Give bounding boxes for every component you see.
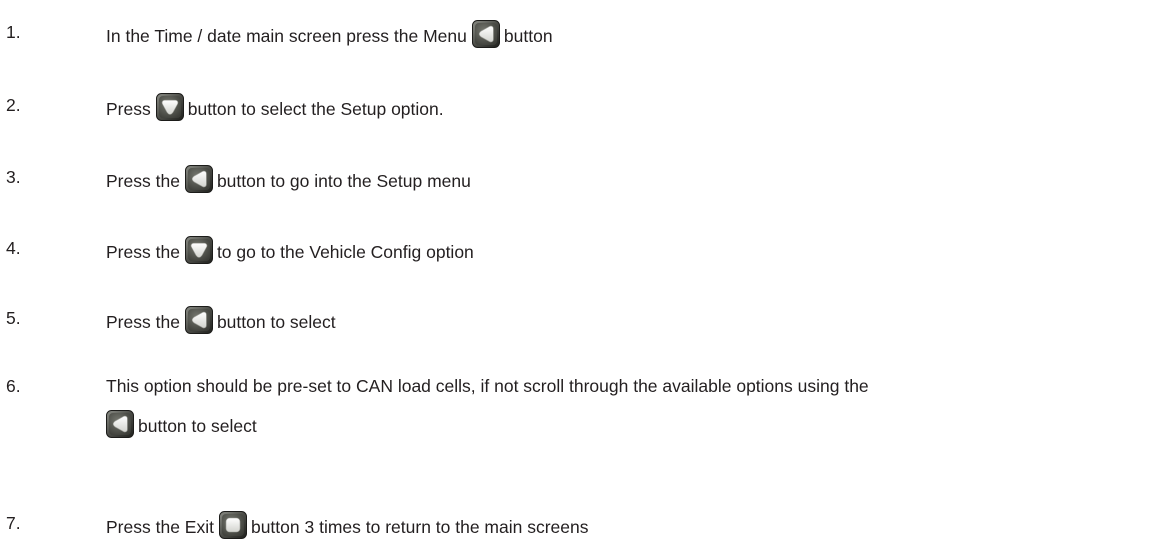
- step-text-after: button to go into the Setup menu: [216, 171, 471, 191]
- step-text-before: Press the Exit: [106, 517, 214, 537]
- step-text-before: In the Time / date main screen press the…: [106, 26, 467, 46]
- left-arrow-button-icon: [106, 410, 134, 438]
- step-number: 2.: [6, 95, 21, 115]
- step-number: 7.: [6, 513, 21, 533]
- left-arrow-button-icon: [185, 165, 213, 193]
- step-text-before: Press the: [106, 312, 180, 332]
- step-text-before: This option should be pre-set to CAN loa…: [106, 376, 869, 396]
- step-text-after: to go to the Vehicle Config option: [216, 242, 474, 262]
- down-arrow-button-icon: [156, 93, 184, 121]
- step-text: Press the button to select: [106, 306, 1148, 334]
- step-number: 4.: [6, 238, 21, 258]
- left-arrow-button-icon: [472, 20, 500, 48]
- step-number: 1.: [6, 22, 21, 42]
- step-text: Press the to go to the Vehicle Config opt…: [106, 236, 1148, 264]
- step-text: Press button to select the Setup option.: [106, 93, 1148, 121]
- step-text-line-2: button to select: [106, 410, 1148, 438]
- step-text: In the Time / date main screen press the…: [106, 20, 1148, 48]
- step-text-before: Press: [106, 99, 151, 119]
- step-number: 3.: [6, 167, 21, 187]
- step-text: Press the Exit button 3 times to return t…: [106, 511, 1148, 539]
- step-text-after: button to select the Setup option.: [187, 99, 444, 119]
- step-text-line-1: This option should be pre-set to CAN loa…: [106, 374, 1148, 398]
- step-text-after: button to select: [216, 312, 336, 332]
- square-button-icon: [219, 511, 247, 539]
- left-arrow-button-icon: [185, 306, 213, 334]
- step-text: Press the button to go into the Setup men…: [106, 165, 1148, 193]
- step-text-after: button 3 times to return to the main scr…: [250, 517, 589, 537]
- step-number: 5.: [6, 308, 21, 328]
- step-text-before: Press the: [106, 242, 180, 262]
- step-text-before: Press the: [106, 171, 180, 191]
- down-arrow-button-icon: [185, 236, 213, 264]
- step-text-after: button: [503, 26, 553, 46]
- step-text-after: button to select: [138, 416, 257, 436]
- step-number: 6.: [6, 376, 21, 396]
- instruction-document: 1. In the Time / date main screen press …: [0, 0, 1156, 548]
